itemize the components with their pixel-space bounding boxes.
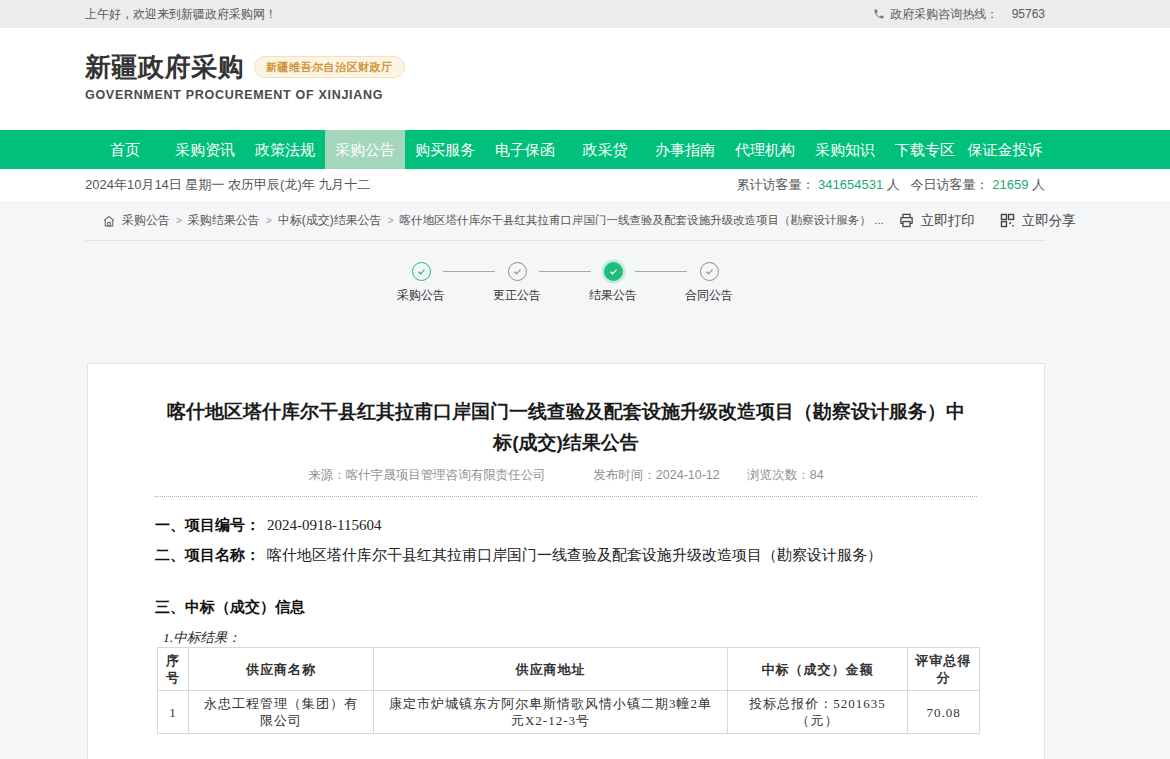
col-header-supplier-name: 供应商名称: [189, 648, 374, 691]
source-value: 喀什宇晟项目管理咨询有限责任公司: [346, 468, 546, 482]
project-number-label: 一、项目编号：: [155, 516, 260, 533]
site-header: 新疆政府采购 新疆维吾尔自治区财政厅 GOVERNMENT PROCUREMEN…: [0, 28, 1170, 130]
breadcrumb-item-current: 喀什地区塔什库尔干县红其拉甫口岸国门一线查验及配套设施升级改造项目（勘察设计服务…: [400, 213, 884, 228]
announcement-title: 喀什地区塔什库尔干县红其拉甫口岸国门一线查验及配套设施升级改造项目（勘察设计服务…: [160, 396, 972, 458]
nav-item-guide[interactable]: 办事指南: [645, 130, 725, 169]
nav-item-home[interactable]: 首页: [85, 130, 165, 169]
table-row: 1 永忠工程管理（集团）有限公司 康定市炉城镇东方阿尔卑斯情歌风情小镇二期3幢2…: [158, 691, 980, 734]
step-procurement-announcement[interactable]: 采购公告: [412, 262, 430, 318]
announcement-meta: 来源：喀什宇晟项目管理咨询有限责任公司 发布时间：2024-10-12 浏览次数…: [155, 467, 977, 484]
check-icon: [608, 266, 619, 277]
views-label: 浏览次数：: [747, 468, 810, 482]
col-header-award-amount: 中标（成交）金额: [728, 648, 908, 691]
step-connector: [526, 262, 604, 280]
check-icon: [416, 266, 427, 277]
print-button[interactable]: 立即打印: [898, 212, 975, 230]
award-result-table: 序号 供应商名称 供应商地址 中标（成交）金额 评审总得分 1 永忠工程管理（集…: [157, 647, 980, 734]
total-visitors-unit: 人: [887, 177, 900, 192]
breadcrumb-item-award-results[interactable]: 中标(成交)结果公告: [278, 212, 382, 229]
today-visitors-label: 今日访客量：: [911, 177, 989, 192]
breadcrumb-separator: >: [266, 215, 272, 226]
today-visitors-value: 21659: [992, 177, 1028, 192]
nav-item-purchase-service[interactable]: 购买服务: [405, 130, 485, 169]
project-name-value: 喀什地区塔什库尔干县红其拉甫口岸国门一线查验及配套设施升级改造项目（勘察设计服务…: [267, 547, 882, 563]
check-icon: [512, 266, 523, 277]
project-name-row: 二、项目名称： 喀什地区塔什库尔干县红其拉甫口岸国门一线查验及配套设施升级改造项目…: [155, 545, 977, 565]
hotline-label: 政府采购咨询热线：: [890, 6, 998, 23]
share-button[interactable]: 立即分享: [999, 212, 1076, 230]
total-visitors-value: 341654531: [818, 177, 883, 192]
nav-item-knowledge[interactable]: 采购知识: [805, 130, 885, 169]
hotline-number: 95763: [1012, 7, 1045, 21]
breadcrumb-separator: >: [176, 215, 182, 226]
date-text: 2024年10月14日 星期一 农历甲辰(龙)年 九月十二: [85, 176, 370, 194]
award-info-heading: 三、中标（成交）信息: [155, 597, 977, 617]
share-label: 立即分享: [1022, 212, 1076, 230]
main-nav: 首页 采购资讯 政策法规 采购公告 购买服务 电子保函 政采贷 办事指南 代理机…: [0, 130, 1170, 169]
cell-supplier-name: 永忠工程管理（集团）有限公司: [189, 691, 374, 734]
nav-item-announcements[interactable]: 采购公告: [325, 130, 405, 169]
publish-time-label: 发布时间：: [593, 468, 656, 482]
nav-item-gov-loan[interactable]: 政采贷: [565, 130, 645, 169]
nav-item-downloads[interactable]: 下载专区: [885, 130, 965, 169]
nav-item-e-guarantee[interactable]: 电子保函: [485, 130, 565, 169]
home-icon[interactable]: [102, 214, 116, 228]
cell-review-score: 70.08: [908, 691, 980, 734]
today-visitors-unit: 人: [1032, 177, 1045, 192]
site-logo-title[interactable]: 新疆政府采购: [85, 54, 244, 80]
project-name-label: 二、项目名称：: [155, 546, 260, 563]
project-number-row: 一、项目编号： 2024-0918-115604: [155, 515, 977, 535]
cell-index: 1: [158, 691, 189, 734]
top-utility-bar: 上午好，欢迎来到新疆政府采购网！ 政府采购咨询热线： 95763: [0, 0, 1170, 28]
check-icon: [704, 266, 715, 277]
content-area: 采购公告 > 采购结果公告 > 中标(成交)结果公告 > 喀什地区塔什库尔干县红…: [0, 201, 1170, 759]
source-label: 来源：: [308, 468, 346, 482]
step-connector: [430, 262, 508, 280]
authority-badge: 新疆维吾尔自治区财政厅: [254, 56, 405, 78]
cell-award-amount: 投标总报价：5201635（元）: [728, 691, 908, 734]
nav-item-agency[interactable]: 代理机构: [725, 130, 805, 169]
step-correction-announcement[interactable]: 更正公告: [508, 262, 526, 318]
step-contract-announcement[interactable]: 合同公告: [700, 262, 718, 318]
step-label: 合同公告: [685, 287, 733, 304]
info-bar: 2024年10月14日 星期一 农历甲辰(龙)年 九月十二 累计访客量： 341…: [0, 169, 1170, 201]
breadcrumb-item-result-announcements[interactable]: 采购结果公告: [188, 212, 260, 229]
project-number-value: 2024-0918-115604: [267, 517, 381, 533]
step-label: 更正公告: [493, 287, 541, 304]
total-visitors-label: 累计访客量：: [736, 177, 814, 192]
divider: [155, 496, 977, 497]
step-label: 采购公告: [397, 287, 445, 304]
table-header-row: 序号 供应商名称 供应商地址 中标（成交）金额 评审总得分: [158, 648, 980, 691]
welcome-text: 上午好，欢迎来到新疆政府采购网！: [85, 6, 277, 23]
print-label: 立即打印: [921, 212, 975, 230]
announcement-article: 喀什地区塔什库尔干县红其拉甫口岸国门一线查验及配套设施升级改造项目（勘察设计服务…: [87, 363, 1045, 759]
col-header-review-score: 评审总得分: [908, 648, 980, 691]
nav-item-news[interactable]: 采购资讯: [165, 130, 245, 169]
col-header-index: 序号: [158, 648, 189, 691]
visitor-stats: 累计访客量： 341654531 人 今日访客量： 21659 人: [736, 176, 1045, 194]
site-logo-subtitle: GOVERNMENT PROCUREMENT OF XINJIANG: [85, 88, 1045, 102]
nav-item-policy[interactable]: 政策法规: [245, 130, 325, 169]
progress-steps: 采购公告 更正公告 结果公告 合同公告: [85, 241, 1045, 318]
breadcrumb: 采购公告 > 采购结果公告 > 中标(成交)结果公告 > 喀什地区塔什库尔干县红…: [0, 201, 1170, 241]
publish-time-value: 2024-10-12: [656, 468, 720, 482]
breadcrumb-item-announcements[interactable]: 采购公告: [122, 212, 170, 229]
nav-item-deposit-complaint[interactable]: 保证金投诉: [965, 130, 1045, 169]
award-result-label: 1.中标结果：: [163, 629, 977, 647]
col-header-supplier-address: 供应商地址: [374, 648, 728, 691]
phone-icon: [873, 8, 885, 20]
step-result-announcement[interactable]: 结果公告: [604, 262, 622, 318]
step-label: 结果公告: [589, 287, 637, 304]
views-value: 84: [810, 468, 824, 482]
qr-code-icon: [999, 212, 1016, 229]
step-connector: [622, 262, 700, 280]
printer-icon: [898, 212, 915, 229]
cell-supplier-address: 康定市炉城镇东方阿尔卑斯情歌风情小镇二期3幢2单元X2-12-3号: [374, 691, 728, 734]
breadcrumb-separator: >: [388, 215, 394, 226]
